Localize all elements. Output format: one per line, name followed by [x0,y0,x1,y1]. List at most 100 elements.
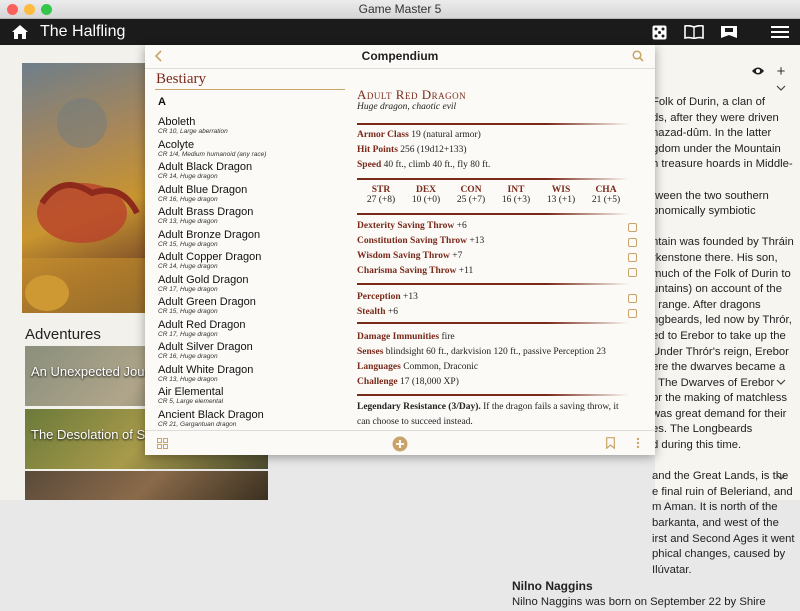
bestiary-list-item[interactable]: Adult White Dragon CR 13, Huge dragon [158,364,343,384]
lore-line: ere the dwarves became a [652,361,786,374]
bestiary-list-item[interactable]: Adult Copper Dragon CR 14, Huge dragon [158,251,343,271]
saving-throw-label: Charisma Saving Throw [357,266,457,276]
modal-footer [145,430,655,455]
bestiary-list-item[interactable]: Adult Black Dragon CR 14, Huge dragon [158,161,343,181]
bookmark-icon[interactable] [604,436,616,450]
ability-value: 16 (+3) [501,195,531,205]
section-letter: A [158,96,166,108]
challenge-value: 17 (18,000 XP) [400,377,459,387]
roll-dice-icon[interactable] [628,294,637,303]
bestiary-list[interactable]: Bestiary A Aboleth CR 10, Large aberratio… [145,69,345,429]
bestiary-list-item[interactable]: Acolyte CR 1/4, Medium humanoid (any race… [158,139,343,159]
bestiary-item-subtitle: CR 16, Huge dragon [158,353,218,360]
bestiary-item-name: Adult Copper Dragon [158,251,262,263]
bestiary-item-subtitle: CR 17, Huge dragon [158,330,218,338]
home-icon[interactable] [10,23,30,41]
divider [357,213,629,215]
immunities-label: Damage Immunities [357,332,440,342]
lore-line: ntain was founded by Thráin [652,236,794,249]
ability-value: 25 (+7) [456,195,486,205]
bestiary-list-item[interactable]: Ancient Black Dragon CR 21, Gargantuan dr… [158,409,343,429]
bestiary-item-name: Adult Brass Dragon [158,206,254,218]
app-title: The Halfling [40,23,126,40]
saving-throw-label: Constitution Saving Throw [357,236,467,246]
bestiary-item-name: Adult Blue Dragon [158,183,248,196]
bestiary-list-item[interactable]: Adult Silver Dragon CR 16, Huge dragon [158,341,343,361]
lore-line: Nilno Naggins was born on September 22 b… [512,596,766,608]
bestiary-list-item[interactable]: Adult Red Dragon CR 17, Huge dragon [158,319,343,339]
bestiary-item-subtitle: CR 13, Huge dragon [158,218,218,225]
lore-line: irst and Second Ages it went [652,532,795,545]
ability-value: 10 (+0) [411,195,441,205]
bestiary-item-subtitle: CR 21, Gargantuan dragon [158,420,237,428]
skill-label: Stealth [357,307,386,317]
saving-throw-row: Dexterity Saving Throw +6 [357,221,467,231]
bestiary-item-subtitle: CR 1/4, Medium humanoid (any race) [158,150,267,158]
roll-dice-icon[interactable] [628,268,637,277]
bestiary-list-item[interactable]: Adult Brass Dragon CR 13, Huge dragon [158,206,343,226]
lore-line [652,220,796,236]
lore-heading: Nilno Naggins [512,579,593,594]
search-icon[interactable] [631,49,645,63]
lore-line: tween the two southern [652,189,769,202]
bestiary-list-item[interactable]: Adult Green Dragon CR 15, Huge dragon [158,296,343,316]
lore-line: rkenstone there. His son, [652,251,778,264]
bestiary-item-name: Adult Bronze Dragon [158,228,261,241]
app-bar: The Halfling [0,19,800,45]
bestiary-list-item[interactable]: Adult Blue Dragon CR 16, Huge dragon [158,184,343,204]
map-book-icon[interactable] [718,24,740,40]
chevron-down-icon[interactable] [775,83,787,93]
bestiary-item-name: Adult Silver Dragon [158,341,253,353]
ability-label: CON [460,185,482,195]
saving-throw-row: Wisdom Saving Throw +7 [357,251,462,261]
ability-label: INT [507,185,525,195]
saving-throw-value: +11 [458,266,474,276]
ability-value: 21 (+5) [591,195,621,205]
lore-line: es. The Longbeards [652,423,753,436]
bestiary-item-subtitle: CR 10, Large aberration [158,128,228,135]
roll-dice-icon[interactable] [628,253,637,262]
window-titlebar: Game Master 5 [0,0,800,19]
more-options-icon[interactable] [633,436,643,450]
armor-class-row: Armor Class 19 (natural armor) [357,130,481,140]
divider [357,283,629,285]
monster-type: Huge dragon, chaotic evil [357,102,457,112]
languages-row: Languages Common, Draconic [357,362,478,372]
ability-label: STR [371,185,391,195]
legendary-resistance-row: Legendary Resistance (3/Day). If the dra… [357,402,619,412]
bestiary-item-subtitle: CR 14, Huge dragon [158,263,218,270]
bestiary-item-subtitle: CR 5, Large elemental [158,398,224,405]
ability-label: DEX [415,185,437,195]
ability-value: 27 (+8) [366,195,396,205]
skill-value: +6 [387,307,398,317]
dice-icon[interactable] [650,24,668,40]
adventure-card[interactable] [25,471,268,500]
roll-dice-icon[interactable] [628,238,637,247]
lore-line: much of the Folk of Durin to [652,267,791,280]
saving-throw-value: +6 [456,221,467,231]
bestiary-item-name: Air Elemental [158,386,224,398]
hero-illustration [22,63,145,313]
roll-dice-icon[interactable] [628,309,637,318]
lore-line: h treasure hoards in Middle- [652,158,793,171]
bestiary-list-item[interactable]: Adult Bronze Dragon CR 15, Huge dragon [158,229,343,249]
divider [357,322,629,324]
lore-line: phical changes, caused by [652,548,786,561]
grid-icon[interactable] [156,437,169,450]
menu-icon[interactable] [769,24,791,40]
roll-dice-icon[interactable] [628,223,637,232]
eye-icon[interactable] [750,64,766,78]
add-icon[interactable]: + [773,63,789,80]
ability-score: DEX 10 (+0) [406,185,446,205]
bestiary-list-item[interactable]: Aboleth CR 10, Large aberration [158,116,343,136]
bestiary-item-subtitle: CR 15, Huge dragon [158,308,218,315]
bestiary-list-item[interactable]: Air Elemental CR 5, Large elemental [158,386,343,406]
lore-line: onomically symbiotic [652,205,756,218]
armor-class-value: 19 (natural armor) [411,130,481,140]
bestiary-item-name: Adult White Dragon [158,363,254,376]
lore-line: ngbeards, led now by Thrór, [652,314,792,327]
add-circle-icon[interactable] [391,435,408,452]
divider [357,178,629,180]
bestiary-list-item[interactable]: Adult Gold Dragon CR 17, Huge dragon [158,274,343,294]
book-icon[interactable] [683,24,705,40]
